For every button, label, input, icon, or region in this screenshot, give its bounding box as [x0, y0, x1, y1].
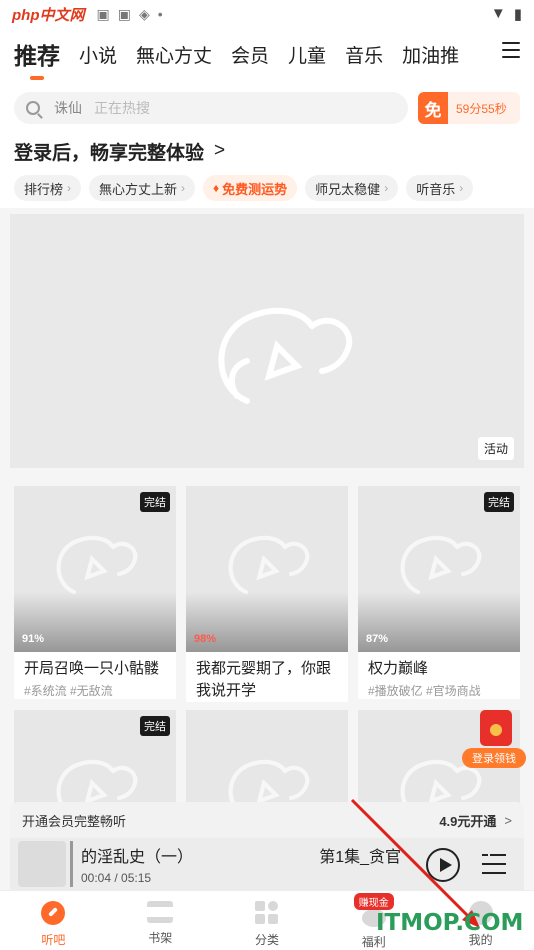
chip-ranking[interactable]: 排行榜 › — [14, 175, 82, 201]
finished-badge: 完结 — [484, 492, 514, 512]
tab-jiayou[interactable]: 加油推 — [402, 41, 459, 68]
status-bar: php中文网 ▣ ▣ ◈ • ▼ ▮ — [0, 0, 534, 28]
nav-listen[interactable]: 听吧 — [0, 891, 107, 950]
player-time: 00:04 / 05:15 — [81, 871, 152, 885]
search-icon — [26, 101, 40, 115]
placeholder-logo-icon — [228, 535, 310, 595]
nav-bookshelf[interactable]: 书架 — [107, 891, 214, 950]
free-countdown: 59分55秒 — [456, 101, 507, 116]
tab-music[interactable]: 音乐 — [345, 41, 383, 68]
category-icon — [254, 901, 279, 925]
earn-cash-badge: 赚现金 — [353, 893, 394, 910]
tab-wuxin[interactable]: 無心方丈 — [136, 41, 212, 68]
player-thumbnail — [18, 841, 66, 887]
gallery-icon: ▣ — [96, 5, 110, 22]
player-episode: 第1集_贪官 — [319, 849, 401, 866]
hamburger-icon[interactable] — [502, 42, 520, 58]
chip-label: 免费测运势 — [222, 181, 288, 197]
vip-price-button[interactable]: 4.9元开通 — [439, 811, 496, 830]
top-nav: 推荐 小说 無心方丈 会员 儿童 音乐 加油推 — [0, 28, 534, 80]
book-card[interactable]: 完结 91% 开局召唤一只小骷髅 #系统流 #无敌流 — [14, 486, 176, 699]
red-envelope-icon — [480, 710, 512, 746]
chevron-right-icon: › — [67, 181, 72, 195]
nav-label: 分类 — [254, 933, 279, 947]
chip-label: 排行榜 — [24, 181, 64, 197]
chevron-right-icon: › — [384, 181, 389, 195]
status-icons: ▣ ▣ ◈ • — [97, 6, 163, 23]
placeholder-logo-icon — [400, 535, 482, 595]
tab-recommend[interactable]: 推荐 — [14, 37, 60, 80]
watermark-text: ITMOP.COM — [376, 910, 524, 936]
gallery-icon: ▣ — [117, 5, 131, 22]
vip-bar[interactable]: 开通会员完整畅听 4.9元开通 > — [10, 802, 524, 838]
search-keyword: 诛仙 — [54, 100, 82, 116]
rating-percent: 87% — [366, 633, 389, 645]
playlist-icon[interactable] — [482, 852, 506, 876]
book-tags: #播放破亿 #官场商战 — [368, 684, 481, 698]
free-timer-button[interactable]: 免 59分55秒 — [418, 92, 520, 124]
rating-percent: 91% — [22, 633, 45, 645]
chip-label: 听音乐 — [416, 181, 456, 197]
chip-music[interactable]: 听音乐 › — [406, 175, 474, 201]
compass-icon: ◈ — [138, 5, 150, 22]
tab-vip[interactable]: 会员 — [231, 41, 269, 68]
search-row: 诛仙 正在热搜 免 59分55秒 — [0, 80, 534, 134]
chevron-right-icon: > — [504, 812, 512, 828]
chip-fortune[interactable]: ♦ 免费测运势 — [203, 175, 298, 201]
play-icon[interactable] — [426, 848, 460, 882]
red-envelope-button[interactable]: 登录领钱 — [462, 706, 526, 770]
fire-icon: ♦ — [213, 181, 220, 195]
nav-category[interactable]: 分类 — [214, 891, 321, 950]
chevron-right-icon: › — [459, 181, 464, 195]
quick-chips: 排行榜 › 無心方丈上新 › ♦ 免费测运势 师兄太稳健 › 听音乐 › — [0, 168, 534, 208]
finished-badge: 完结 — [140, 716, 170, 736]
banner-tag: 活动 — [477, 437, 514, 460]
nav-label: 书架 — [148, 931, 173, 945]
rating-percent: 98% — [194, 633, 217, 645]
player-divider — [70, 841, 73, 887]
status-right: ▼ ▮ — [491, 5, 522, 23]
login-prompt[interactable]: 登录后，畅享完整体验 > — [0, 134, 534, 168]
book-cover: 完结 91% — [14, 486, 176, 652]
finished-badge: 完结 — [140, 492, 170, 512]
search-input[interactable]: 诛仙 正在热搜 — [14, 92, 408, 124]
free-badge: 免 — [418, 92, 448, 124]
book-card[interactable]: 完结 87% 权力巅峰 #播放破亿 #官场商战 — [358, 486, 520, 699]
wifi-icon: ▼ — [490, 5, 506, 22]
player-track: 的淫乱史（一） — [81, 849, 194, 866]
player-title-row: 的淫乱史（一） 第1集_贪官 — [81, 843, 401, 867]
tab-novel[interactable]: 小说 — [79, 41, 117, 68]
nav-label: 听吧 — [41, 933, 66, 947]
red-envelope-label: 登录领钱 — [462, 748, 526, 768]
status-dot: • — [157, 5, 163, 22]
chip-label: 师兄太稳健 — [315, 181, 381, 197]
book-title: 开局召唤一只小骷髅 — [24, 660, 160, 677]
search-placeholder: 正在热搜 — [94, 100, 150, 116]
book-tags: #系统流 #无敌流 — [24, 684, 113, 698]
book-card[interactable]: 98% 我都元婴期了，你跟我说开学 — [186, 486, 348, 702]
chevron-right-icon: > — [214, 140, 226, 161]
watermark-logo: php中文网 — [12, 6, 85, 24]
placeholder-logo-icon — [56, 535, 138, 595]
battery-icon: ▮ — [513, 6, 522, 23]
book-cover: 完结 87% — [358, 486, 520, 652]
leaf-icon — [41, 901, 66, 925]
chip-new-release[interactable]: 無心方丈上新 › — [89, 175, 196, 201]
chip-label: 無心方丈上新 — [99, 181, 178, 197]
tab-kids[interactable]: 儿童 — [288, 41, 326, 68]
activity-banner[interactable]: 活动 — [10, 214, 524, 468]
player-info: 的淫乱史（一） 第1集_贪官 00:04 / 05:15 — [81, 843, 401, 885]
placeholder-logo-icon — [218, 307, 353, 404]
chip-shixiong[interactable]: 师兄太稳健 › — [305, 175, 399, 201]
book-cover: 98% — [186, 486, 348, 652]
chevron-right-icon: › — [181, 181, 186, 195]
mini-player[interactable]: 的淫乱史（一） 第1集_贪官 00:04 / 05:15 — [10, 838, 524, 890]
bookshelf-icon — [147, 901, 174, 923]
book-title: 权力巅峰 — [368, 660, 429, 677]
vip-bar-text: 开通会员完整畅听 — [22, 813, 127, 829]
book-title: 我都元婴期了，你跟我说开学 — [196, 660, 332, 699]
login-prompt-text: 登录后，畅享完整体验 — [14, 142, 205, 164]
